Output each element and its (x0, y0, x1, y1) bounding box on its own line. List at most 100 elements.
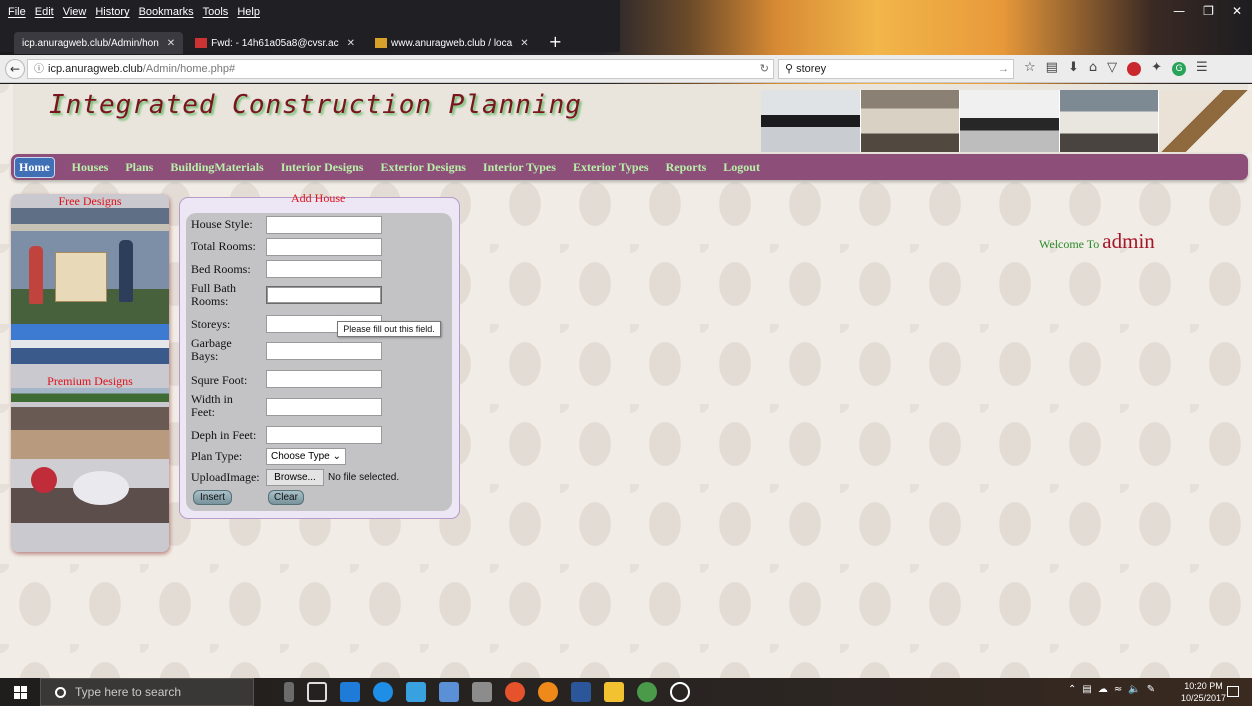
full-bath-rooms-input[interactable] (266, 286, 382, 304)
game-icon[interactable] (472, 682, 492, 702)
cortana-icon (55, 687, 66, 698)
back-button[interactable]: ← (5, 59, 25, 79)
tab-close-icon[interactable]: ✕ (520, 38, 528, 49)
site-info-icon[interactable]: ⓘ (34, 64, 44, 75)
minimize-icon[interactable]: — (1173, 4, 1185, 18)
bed-rooms-input[interactable] (266, 260, 382, 278)
bookmark-star-icon[interactable]: ☆ (1024, 60, 1036, 76)
free-design-image-house[interactable] (11, 324, 169, 364)
home-icon[interactable]: ⌂ (1089, 60, 1097, 76)
windows-start-icon[interactable] (14, 686, 27, 699)
search-bar[interactable]: ⚲ storey → (778, 59, 1014, 79)
tab-close-icon[interactable]: ✕ (167, 38, 175, 49)
grammarly-icon[interactable]: G (1172, 62, 1187, 76)
close-window-icon[interactable]: ✕ (1232, 4, 1242, 18)
insert-button[interactable]: Insert (193, 490, 232, 505)
word-icon[interactable] (571, 682, 591, 702)
menu-history[interactable]: History (95, 6, 129, 22)
pocket-icon[interactable]: ▽ (1107, 60, 1117, 76)
puzzle-icon[interactable]: ✦ (1151, 60, 1162, 76)
taskbar-clock[interactable]: 10:20 PM 10/25/2017 (1181, 680, 1226, 704)
target-app-icon[interactable] (670, 682, 690, 702)
field-row-storeys: Storeys: (191, 318, 263, 331)
width-in-feet-input[interactable] (266, 398, 382, 416)
store-icon[interactable] (406, 682, 426, 702)
maximize-icon[interactable]: ❐ (1203, 4, 1214, 18)
header-banner-image (761, 90, 1252, 152)
menu-tools[interactable]: Tools (203, 6, 229, 22)
adblock-icon[interactable] (1127, 62, 1142, 76)
file-explorer-icon[interactable] (604, 682, 624, 702)
tab-mail[interactable]: Fwd: - 14h61a05a8@cvsr.ac ✕ (187, 32, 363, 54)
tab-admin-home[interactable]: icp.anuragweb.club/Admin/hon ✕ (14, 32, 184, 54)
globe-app-icon[interactable] (637, 682, 657, 702)
square-foot-input[interactable] (266, 370, 382, 388)
task-view-icon[interactable] (307, 682, 327, 702)
person-figure (119, 240, 133, 302)
menu-file[interactable]: File (8, 6, 26, 22)
welcome-user: admin (1102, 229, 1155, 253)
url-path: /Admin/home.php# (142, 63, 236, 75)
menu-view[interactable]: View (63, 6, 87, 22)
tab-close-icon[interactable]: ✕ (347, 38, 355, 49)
search-go-icon[interactable]: → (998, 60, 1009, 78)
nav-home[interactable]: Home (14, 156, 55, 178)
form-body: House Style: Total Rooms: Bed Rooms: Ful… (186, 213, 452, 511)
dev-tool-icon[interactable] (340, 682, 360, 702)
field-row-total-rooms: Total Rooms: (191, 240, 263, 253)
premium-design-image-villa[interactable] (11, 388, 169, 402)
menu-help[interactable]: Help (237, 6, 260, 22)
edge-browser-icon[interactable] (373, 682, 393, 702)
clear-button[interactable]: Clear (268, 490, 304, 505)
field-label: UploadImage: (191, 470, 260, 484)
notification-icon[interactable] (1227, 686, 1239, 697)
taskbar-apps (284, 682, 690, 702)
banner-photo (960, 90, 1060, 152)
nav-exterior-designs[interactable]: Exterior Designs (380, 160, 465, 175)
menu-bookmarks[interactable]: Bookmarks (139, 6, 194, 22)
microphone-icon[interactable] (284, 682, 294, 702)
field-row-garbage-bays: Garbage Bays: (191, 337, 241, 363)
premium-design-image-lounge[interactable] (11, 407, 169, 523)
toolbar-icons: ☆ ▤ ⬇ ⌂ ▽ ✦ G ☰ (1024, 60, 1208, 76)
garbage-bays-input[interactable] (266, 342, 382, 360)
nav-building-materials[interactable]: BuildingMaterials (170, 160, 263, 175)
network-icon[interactable]: ▤ (1082, 684, 1091, 695)
tab-phpmyadmin[interactable]: www.anuragweb.club / loca ✕ (367, 32, 537, 54)
free-design-image-shed[interactable] (11, 208, 169, 324)
browse-button[interactable]: Browse... (266, 469, 324, 486)
new-tab-button[interactable]: + (541, 32, 570, 54)
field-row-depth: Deph in Feet: (191, 429, 271, 442)
visual-studio-icon[interactable] (439, 682, 459, 702)
nav-plans[interactable]: Plans (125, 160, 153, 175)
house-style-input[interactable] (266, 216, 382, 234)
menu-edit[interactable]: Edit (35, 6, 54, 22)
nav-exterior-types[interactable]: Exterior Types (573, 160, 649, 175)
taskbar-search[interactable]: Type here to search (40, 678, 254, 706)
download-icon[interactable]: ⬇ (1068, 60, 1079, 76)
chrome-browser-icon[interactable] (505, 682, 525, 702)
nav-interior-designs[interactable]: Interior Designs (281, 160, 364, 175)
reload-icon[interactable]: ↻ (760, 60, 769, 78)
nav-houses[interactable]: Houses (72, 160, 109, 175)
tab-label: icp.anuragweb.club/Admin/hon (22, 37, 159, 49)
plan-type-select[interactable]: Choose Type ⌄ (266, 448, 346, 465)
volume-icon[interactable]: 🔈 (1128, 684, 1140, 695)
nav-interior-types[interactable]: Interior Types (483, 160, 556, 175)
address-bar[interactable]: ⓘ icp.anuragweb.club/Admin/home.php# ↻ (27, 59, 774, 79)
pen-icon[interactable]: ✎ (1147, 684, 1155, 695)
field-label: Plan Type: (191, 449, 243, 463)
premium-designs-heading: Premium Designs (47, 374, 133, 388)
reading-list-icon[interactable]: ▤ (1046, 60, 1058, 76)
wifi-icon[interactable]: ≈ (1114, 684, 1122, 695)
cloud-icon[interactable]: ☁ (1098, 684, 1108, 695)
firefox-browser-icon[interactable] (538, 682, 558, 702)
tab-label: www.anuragweb.club / loca (391, 37, 513, 49)
total-rooms-input[interactable] (266, 238, 382, 256)
depth-in-feet-input[interactable] (266, 426, 382, 444)
nav-reports[interactable]: Reports (666, 160, 707, 175)
clock-date: 10/25/2017 (1181, 693, 1227, 703)
nav-logout[interactable]: Logout (723, 160, 760, 175)
hamburger-menu-icon[interactable]: ☰ (1196, 60, 1208, 76)
chevron-up-icon[interactable]: ⌃ (1068, 684, 1076, 695)
